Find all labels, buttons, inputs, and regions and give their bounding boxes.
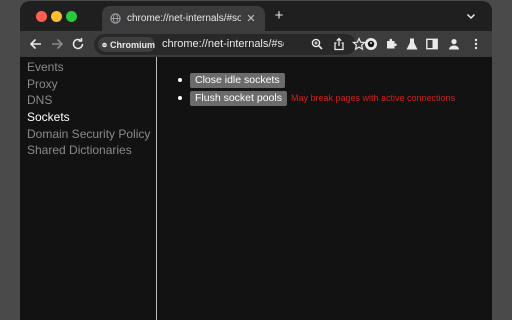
close-idle-sockets-button[interactable]: Close idle sockets	[190, 72, 285, 88]
list-item: Close idle sockets	[178, 72, 285, 88]
chevron-down-icon[interactable]	[464, 9, 478, 23]
sidebar-item-shared-dictionaries[interactable]: Shared Dictionaries	[20, 142, 156, 159]
profile-icon[interactable]	[447, 37, 461, 51]
sidebar-item-dns[interactable]: DNS	[20, 92, 156, 109]
maximize-window-button[interactable]	[66, 11, 77, 22]
toolbar: Chromium chrome://net-internals/#sockets	[20, 31, 492, 57]
close-window-button[interactable]	[36, 11, 47, 22]
tab-strip: chrome://net-internals/#sockets ✕ +	[20, 1, 492, 31]
zoom-icon[interactable]	[310, 37, 324, 51]
tab-close-icon[interactable]: ✕	[245, 12, 257, 25]
reload-icon[interactable]	[70, 36, 86, 52]
minimize-window-button[interactable]	[51, 11, 62, 22]
list-item: Flush socket pools May break pages with …	[178, 90, 455, 106]
chromium-logo-icon	[102, 42, 107, 47]
sidebar-item-sockets[interactable]: Sockets	[20, 109, 156, 126]
flush-warning-text: May break pages with active connections	[290, 93, 456, 103]
side-panel-icon[interactable]	[425, 37, 439, 51]
url-text[interactable]: chrome://net-internals/#sockets	[162, 38, 284, 50]
extension-icon[interactable]	[364, 37, 378, 51]
puzzle-icon[interactable]	[384, 37, 398, 51]
share-icon[interactable]	[332, 37, 346, 51]
tab-net-internals[interactable]: chrome://net-internals/#sockets ✕	[102, 6, 265, 31]
sidebar-item-proxy[interactable]: Proxy	[20, 76, 156, 93]
sidebar-item-events[interactable]: Events	[20, 59, 156, 76]
flush-socket-pools-button[interactable]: Flush socket pools	[190, 90, 287, 106]
tab-title: chrome://net-internals/#sockets	[127, 13, 241, 24]
site-info-chip[interactable]: Chromium	[98, 37, 155, 52]
browser-window: chrome://net-internals/#sockets ✕ + Chro…	[20, 1, 492, 320]
flask-icon[interactable]	[405, 37, 419, 51]
bullet	[178, 78, 182, 82]
globe-icon	[110, 13, 121, 24]
page-content: Events Proxy DNS Sockets Domain Security…	[20, 57, 492, 320]
chip-label: Chromium	[110, 39, 155, 50]
omnibox[interactable]: Chromium chrome://net-internals/#sockets	[94, 34, 367, 55]
sidebar-item-domain-security-policy[interactable]: Domain Security Policy	[20, 126, 156, 143]
menu-icon[interactable]	[469, 37, 483, 51]
forward-icon[interactable]	[49, 36, 65, 52]
bullet	[178, 96, 182, 100]
sockets-panel: Close idle sockets Flush socket pools Ma…	[158, 57, 492, 320]
back-icon[interactable]	[28, 36, 44, 52]
sidebar: Events Proxy DNS Sockets Domain Security…	[20, 57, 157, 320]
new-tab-button[interactable]: +	[271, 7, 287, 24]
